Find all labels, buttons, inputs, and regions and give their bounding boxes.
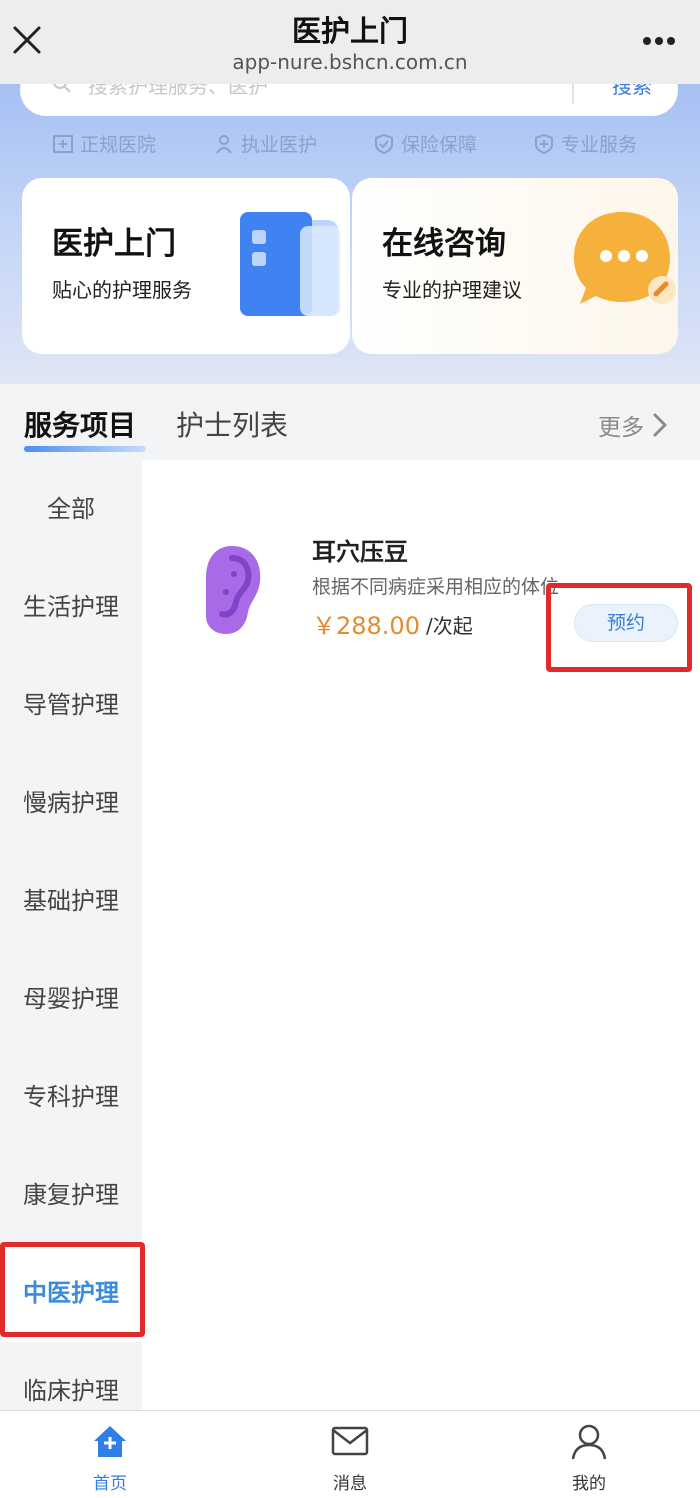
feature-badges: 正规医院 执业医护 保险保障 专业服务 <box>0 130 700 160</box>
badge-label: 正规医院 <box>80 134 157 156</box>
shield-check-icon <box>375 133 393 154</box>
search-bar[interactable]: 搜索护理服务、医护 搜索 <box>20 84 678 116</box>
category-rehab-care[interactable]: 康复护理 <box>0 1146 142 1244</box>
card-title: 在线咨询 <box>382 226 506 262</box>
book-button[interactable]: 预约 <box>574 604 678 642</box>
badge-professional: 专业服务 <box>533 130 637 157</box>
category-catheter-care[interactable]: 导管护理 <box>0 656 142 754</box>
card-subtitle: 专业的护理建议 <box>382 278 522 302</box>
category-basic-care[interactable]: 基础护理 <box>0 852 142 950</box>
badge-label: 保险保障 <box>401 134 478 156</box>
badge-label: 专业服务 <box>561 134 638 156</box>
user-icon <box>571 1424 607 1460</box>
badge-insurance: 保险保障 <box>373 130 477 157</box>
category-all[interactable]: 全部 <box>0 460 142 558</box>
page-title: 医护上门 <box>291 14 408 48</box>
more-options-icon[interactable] <box>642 36 676 46</box>
service-tabs: 服务项目 护士列表 更多 <box>0 384 700 460</box>
badge-label: 执业医护 <box>241 134 318 156</box>
search-divider <box>572 84 574 104</box>
nurse-icon <box>216 134 232 154</box>
search-icon <box>53 84 71 93</box>
category-tcm-care[interactable]: 中医护理 <box>0 1244 142 1342</box>
service-name: 耳穴压豆 <box>312 538 408 566</box>
mail-icon <box>331 1426 369 1456</box>
ear-icon <box>206 546 261 634</box>
service-price-unit: /次起 <box>426 614 473 638</box>
hospital-icon <box>53 134 73 153</box>
service-list: 耳穴压豆 根据不同病症采用相应的体位 ￥288.00 /次起 预约 <box>142 460 700 1410</box>
service-price: ￥288.00 <box>312 612 420 640</box>
category-maternal-care[interactable]: 母婴护理 <box>0 950 142 1048</box>
active-tab-underline <box>24 446 146 452</box>
card-subtitle: 贴心的护理服务 <box>52 278 192 302</box>
nav-profile[interactable]: 我的 <box>529 1421 649 1494</box>
badge-nurse: 执业医护 <box>213 130 317 157</box>
nav-messages[interactable]: 消息 <box>290 1421 410 1494</box>
online-consult-card[interactable]: 在线咨询 专业的护理建议 <box>352 178 678 354</box>
tab-services[interactable]: 服务项目 <box>24 404 146 452</box>
service-description: 根据不同病症采用相应的体位 <box>312 576 560 598</box>
category-chronic-care[interactable]: 慢病护理 <box>0 754 142 852</box>
chat-bubble-icon <box>574 212 676 304</box>
tab-nurses[interactable]: 护士列表 <box>176 404 288 444</box>
more-label: 更多 <box>598 415 644 441</box>
top-navigation-bar: 医护上门 app-nure.bshcn.com.cn <box>0 0 700 84</box>
category-specialist-care[interactable]: 专科护理 <box>0 1048 142 1146</box>
nav-label: 消息 <box>333 1474 367 1494</box>
card-title: 医护上门 <box>52 226 176 262</box>
category-clinical-care[interactable]: 临床护理 <box>0 1342 142 1410</box>
bottom-navigation: 首页 消息 我的 <box>0 1410 700 1498</box>
nav-label: 我的 <box>572 1474 606 1494</box>
building-icon <box>240 212 340 316</box>
nav-label: 首页 <box>93 1474 127 1494</box>
search-button[interactable]: 搜索 <box>612 84 652 99</box>
hero-section: 搜索护理服务、医护 搜索 正规医院 执业医护 保险保障 专业服务 医护上门 贴心… <box>0 84 700 384</box>
shield-plus-icon <box>535 133 553 154</box>
home-icon <box>94 1426 126 1457</box>
page-url: app-nure.bshcn.com.cn <box>232 50 468 74</box>
category-sidebar: 全部 生活护理 导管护理 慢病护理 基础护理 母婴护理 专科护理 康复护理 中医… <box>0 460 142 1410</box>
nav-home[interactable]: 首页 <box>50 1421 170 1494</box>
tab-label: 服务项目 <box>24 409 137 442</box>
chevron-right-icon <box>653 413 667 437</box>
badge-hospital: 正规医院 <box>52 130 156 157</box>
category-daily-care[interactable]: 生活护理 <box>0 558 142 656</box>
more-link[interactable]: 更多 <box>598 408 668 442</box>
tab-label: 护士列表 <box>176 409 289 442</box>
home-care-card[interactable]: 医护上门 贴心的护理服务 <box>22 178 350 354</box>
list-item[interactable]: 耳穴压豆 根据不同病症采用相应的体位 ￥288.00 /次起 预约 <box>142 520 700 642</box>
search-input[interactable]: 搜索护理服务、医护 <box>88 84 268 99</box>
